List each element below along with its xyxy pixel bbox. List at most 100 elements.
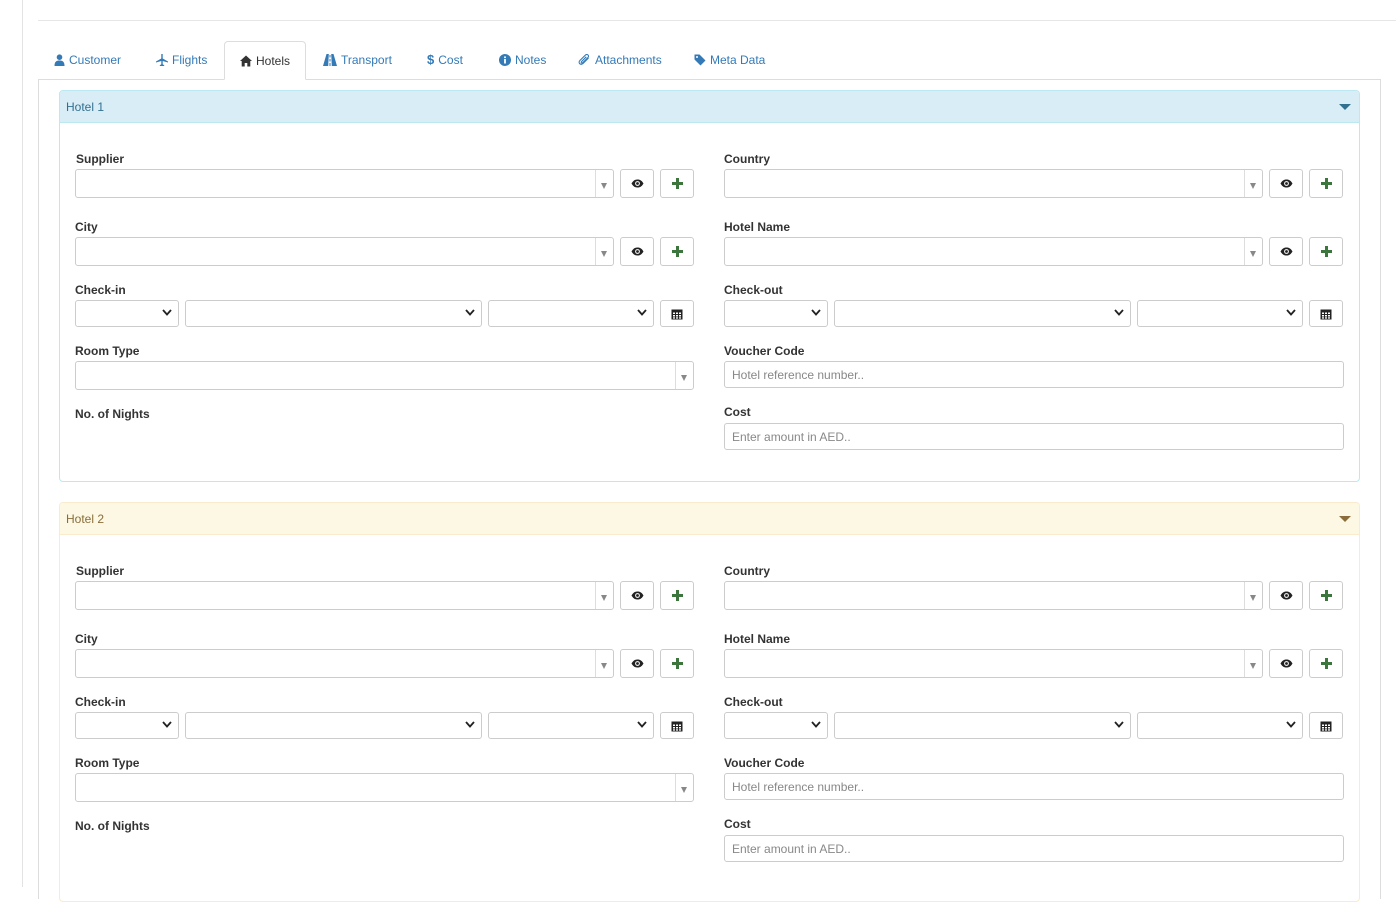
hotel-panel-header[interactable]: Hotel 2 [60, 503, 1359, 535]
dropdown-arrow-icon [675, 774, 693, 801]
view-hotel-button[interactable] [1269, 237, 1303, 266]
country-label: Country [724, 152, 770, 166]
calendar-icon [671, 721, 683, 731]
hotel-panel: Hotel 2 Supplier Country City Hotel Name… [59, 502, 1360, 902]
dropdown-arrow-icon [595, 238, 613, 265]
dropdown-arrow-icon [675, 362, 693, 389]
add-hotel-button[interactable] [1309, 237, 1343, 266]
dollar-icon: $ [427, 52, 435, 67]
check-in-day-select[interactable] [75, 712, 179, 739]
chevron-down-icon [162, 721, 172, 728]
city-select[interactable] [75, 237, 614, 266]
check-in-year-select[interactable] [488, 712, 654, 739]
road-icon [323, 53, 337, 66]
supplier-select[interactable] [75, 581, 614, 610]
view-hotel-button[interactable] [1269, 649, 1303, 678]
view-country-button[interactable] [1269, 581, 1303, 610]
hotel-name-label: Hotel Name [724, 632, 791, 646]
plus-icon [671, 246, 683, 257]
plus-icon [671, 590, 683, 601]
tab-label: Customer [69, 52, 122, 67]
check-in-calendar-button[interactable] [660, 712, 694, 739]
view-city-button[interactable] [620, 649, 654, 678]
tab-transport[interactable]: Transport [307, 41, 408, 78]
check-out-day-select[interactable] [724, 300, 828, 327]
dropdown-arrow-icon [595, 582, 613, 609]
country-select[interactable] [724, 169, 1263, 198]
check-out-calendar-button[interactable] [1309, 712, 1343, 739]
room-type-select[interactable] [75, 361, 694, 390]
supplier-label: Supplier [76, 152, 125, 166]
check-out-month-select[interactable] [834, 300, 1131, 327]
check-out-year-select[interactable] [1137, 300, 1303, 327]
add-city-button[interactable] [660, 237, 694, 266]
plus-icon [1320, 590, 1332, 601]
hotel-name-select[interactable] [724, 237, 1263, 266]
room-type-label: Room Type [75, 756, 140, 770]
add-country-button[interactable] [1309, 169, 1343, 198]
chevron-down-icon [637, 309, 647, 316]
view-supplier-button[interactable] [620, 581, 654, 610]
caret-down-icon [1339, 515, 1351, 522]
add-supplier-button[interactable] [660, 581, 694, 610]
dropdown-arrow-icon [1244, 238, 1262, 265]
view-city-button[interactable] [620, 237, 654, 266]
hotel-panel-header[interactable]: Hotel 1 [60, 91, 1359, 123]
check-in-month-select[interactable] [185, 712, 482, 739]
check-out-label: Check-out [724, 283, 783, 297]
tab-flights[interactable]: Flights [140, 41, 223, 78]
tab-label: Hotels [256, 53, 291, 68]
calendar-icon [1320, 721, 1332, 731]
plus-icon [1320, 658, 1332, 669]
room-type-label: Room Type [75, 344, 140, 358]
tab-bar: Customer Flights Hotels Transport $ Cost… [38, 41, 1380, 80]
dropdown-arrow-icon [1244, 582, 1262, 609]
check-in-calendar-button[interactable] [660, 300, 694, 327]
voucher-code-input[interactable] [724, 361, 1344, 388]
tab-label: Notes [515, 52, 547, 67]
check-in-month-select[interactable] [185, 300, 482, 327]
country-select[interactable] [724, 581, 1263, 610]
supplier-label: Supplier [76, 564, 125, 578]
cost-input[interactable] [724, 423, 1344, 450]
tab-cost[interactable]: $ Cost [411, 41, 479, 78]
check-in-label: Check-in [75, 695, 126, 709]
eye-icon [631, 247, 643, 256]
add-supplier-button[interactable] [660, 169, 694, 198]
tab-label: Cost [438, 52, 463, 67]
check-out-year-select[interactable] [1137, 712, 1303, 739]
chevron-down-icon [637, 721, 647, 728]
tab-label: Attachments [595, 52, 662, 67]
city-label: City [75, 220, 98, 234]
cost-input[interactable] [724, 835, 1344, 862]
add-country-button[interactable] [1309, 581, 1343, 610]
tab-notes[interactable]: Notes [483, 41, 562, 78]
voucher-code-label: Voucher Code [724, 756, 805, 770]
cost-label: Cost [724, 405, 751, 419]
hotel-name-label: Hotel Name [724, 220, 791, 234]
view-supplier-button[interactable] [620, 169, 654, 198]
chevron-down-icon [1114, 721, 1124, 728]
nights-label: No. of Nights [75, 819, 150, 833]
hotel-name-select[interactable] [724, 649, 1263, 678]
city-select[interactable] [75, 649, 614, 678]
check-out-calendar-button[interactable] [1309, 300, 1343, 327]
check-in-year-select[interactable] [488, 300, 654, 327]
tab-meta-data[interactable]: Meta Data [678, 41, 781, 78]
view-country-button[interactable] [1269, 169, 1303, 198]
check-out-day-select[interactable] [724, 712, 828, 739]
tab-hotels[interactable]: Hotels [224, 41, 307, 80]
check-out-month-select[interactable] [834, 712, 1131, 739]
check-in-day-select[interactable] [75, 300, 179, 327]
eye-icon [631, 659, 643, 668]
check-out-label: Check-out [724, 695, 783, 709]
supplier-select[interactable] [75, 169, 614, 198]
add-hotel-button[interactable] [1309, 649, 1343, 678]
add-city-button[interactable] [660, 649, 694, 678]
tab-customer[interactable]: Customer [38, 41, 137, 78]
hotel-panel-title: Hotel 1 [66, 99, 105, 114]
plane-icon [156, 53, 168, 66]
room-type-select[interactable] [75, 773, 694, 802]
tab-attachments[interactable]: Attachments [562, 41, 678, 78]
voucher-code-input[interactable] [724, 773, 1344, 800]
